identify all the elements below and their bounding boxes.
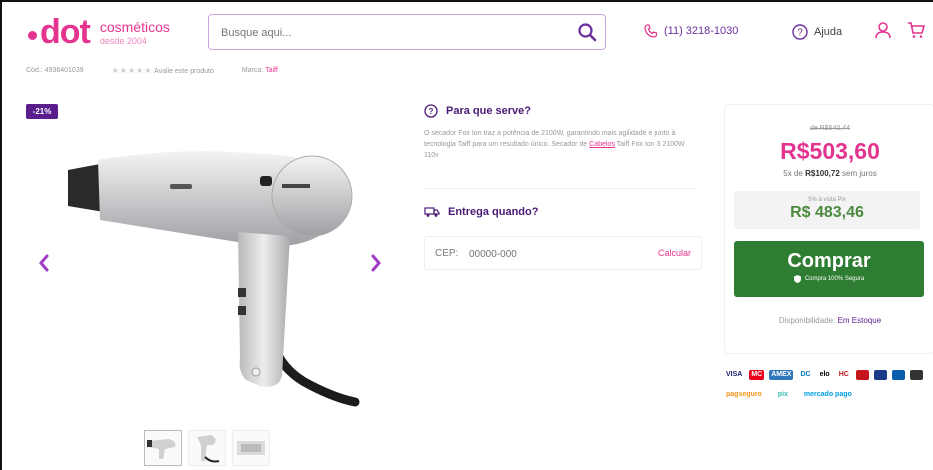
phone-contact[interactable]: (11) 3218-1030: [644, 24, 738, 38]
logo-dot-icon: [28, 31, 37, 40]
amex-logo: AMEX: [769, 370, 794, 380]
bank-logo: B3: [891, 370, 905, 380]
secure-purchase: Compra 100% Segura: [734, 275, 924, 283]
logo-subtitle: cosméticos desde 2004: [100, 20, 170, 47]
card-brands: VISA MC AMEX DC elo HC B1 B2 B3 B4: [724, 370, 933, 380]
diners-logo: DC: [800, 371, 811, 378]
rate-link: Avalie este produto: [154, 68, 214, 75]
usage-description: O secador Fox Ion traz a potência de 210…: [424, 128, 699, 161]
shipping-title: Entrega quando?: [448, 206, 539, 218]
divider: [424, 188, 696, 189]
search-box: [208, 14, 606, 50]
rating[interactable]: ★★★★★ Avalie este produto: [112, 66, 214, 75]
pix-price-box: 5% à vista Pix R$ 483,46: [734, 191, 920, 229]
thumbnail[interactable]: [144, 430, 182, 466]
logo-tagline: desde 2004: [99, 36, 147, 46]
buy-label: Comprar: [787, 250, 871, 272]
usage-heading: ? Para que serve?: [424, 104, 531, 118]
search-icon[interactable]: [577, 22, 597, 42]
availability-label: Disponibilidade:: [778, 316, 836, 325]
thumbnail[interactable]: [232, 430, 270, 466]
shipping-heading: Entrega quando?: [424, 206, 538, 218]
cep-input[interactable]: [469, 245, 599, 263]
chevron-left-icon: [39, 254, 49, 272]
price-box: de R$640,44 R$503,60 5x de R$100,72 sem …: [724, 104, 933, 354]
usage-title: Para que serve?: [446, 105, 531, 117]
chevron-right-icon: [371, 254, 381, 272]
bank-logo: B4: [909, 370, 923, 380]
payment-methods: VISA MC AMEX DC elo HC B1 B2 B3 B4 pagse…: [724, 370, 933, 410]
installments-prefix: 5x de: [783, 169, 803, 178]
visa-logo: VISA: [726, 371, 743, 378]
truck-icon: [424, 207, 440, 217]
pix-label: 5% à vista Pix: [808, 197, 846, 203]
gallery-next-button[interactable]: [368, 252, 384, 274]
svg-text:?: ?: [429, 107, 434, 116]
installments-value: R$100,72: [805, 169, 840, 178]
cep-label: CEP:: [435, 248, 459, 259]
brand-info: Marca: Taiff: [242, 67, 278, 74]
pagseguro-logo: pagseguro: [726, 391, 762, 398]
category-link[interactable]: Cabelos: [589, 141, 615, 148]
mercadopago-logo: mercado pago: [803, 391, 852, 398]
wallet-brands: pagseguro pix mercado pago: [724, 390, 933, 400]
help-icon: ?: [792, 24, 808, 40]
hipercard-logo: HC: [838, 371, 849, 378]
shield-icon: [793, 275, 801, 283]
discount-badge: -21%: [26, 104, 58, 119]
pix-logo: pix: [777, 391, 788, 398]
help-link[interactable]: ? Ajuda: [792, 24, 842, 40]
brand-label: Marca:: [241, 67, 264, 74]
availability: Disponibilidade: Em Estoque: [725, 316, 933, 325]
user-icon[interactable]: [874, 21, 892, 44]
thumbnail-strip: [144, 430, 270, 466]
logo[interactable]: dot cosméticos desde 2004: [28, 14, 170, 50]
logo-word: dot: [40, 13, 91, 51]
secure-label: Compra 100% Segura: [804, 276, 865, 282]
mastercard-logo: MC: [749, 370, 765, 380]
svg-text:?: ?: [797, 28, 803, 39]
availability-status: Em Estoque: [837, 316, 882, 325]
elo-logo: elo: [819, 371, 830, 378]
cart-icon[interactable]: [907, 21, 926, 44]
bank-logo: B1: [855, 370, 869, 380]
header: dot cosméticos desde 2004 (11) 3218-1030…: [2, 2, 933, 60]
cep-form: CEP: Calcular: [424, 236, 702, 270]
buy-button[interactable]: Comprar Compra 100% Segura: [734, 241, 924, 297]
brand-link[interactable]: Taiff: [265, 67, 278, 74]
product-sku: Cód.: 4938401039: [26, 67, 84, 74]
product-meta: Cód.: 4938401039 ★★★★★ Avalie este produ…: [26, 66, 278, 75]
current-price: R$503,60: [780, 138, 880, 164]
phone-number: (11) 3218-1030: [664, 25, 739, 37]
gallery-prev-button[interactable]: [36, 252, 52, 274]
search-input[interactable]: [221, 23, 561, 43]
bank-logo: B2: [873, 370, 887, 380]
installments: 5x de R$100,72 sem juros: [725, 169, 933, 178]
rating-stars: ★★★★★: [111, 66, 153, 75]
product-image[interactable]: [60, 140, 360, 420]
calculate-button[interactable]: Calcular: [658, 248, 691, 258]
old-price-value: de R$640,44: [809, 125, 851, 132]
logo-sub-name: cosméticos: [99, 19, 170, 35]
phone-icon: [644, 24, 658, 38]
installments-suffix: sem juros: [842, 169, 877, 178]
pix-price: R$ 483,46: [790, 204, 864, 221]
old-price: de R$640,44: [725, 125, 933, 132]
help-label: Ajuda: [814, 26, 843, 38]
thumbnail[interactable]: [188, 430, 226, 466]
help-icon: ?: [424, 104, 438, 118]
